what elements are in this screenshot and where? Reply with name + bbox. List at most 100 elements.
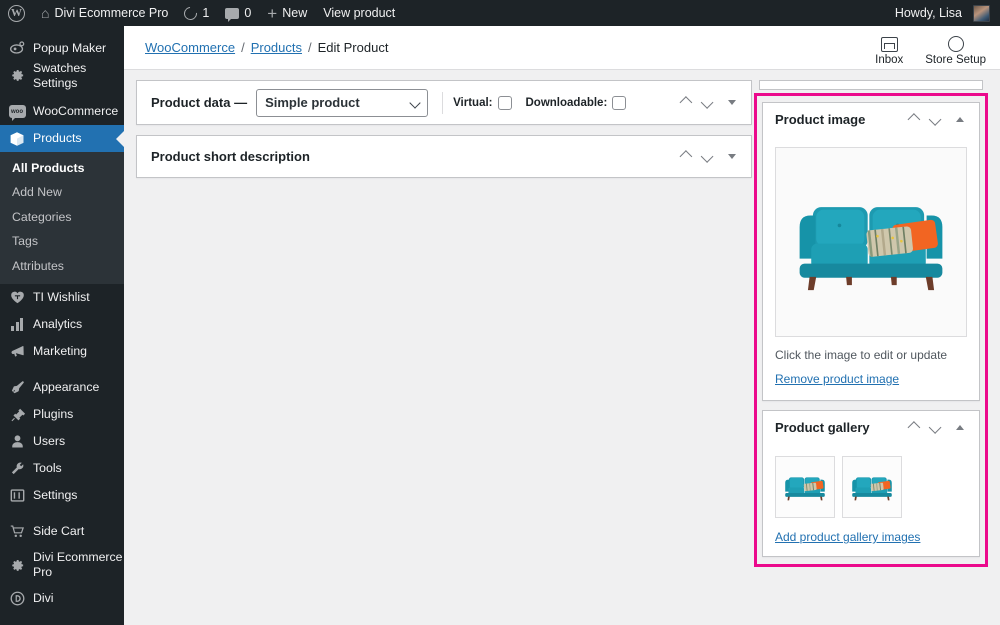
toggle-panel-button[interactable]: [949, 107, 971, 133]
product-data-label: Product data —: [151, 95, 248, 110]
view-product-link[interactable]: View product: [315, 0, 403, 26]
sidebar-item-appearance[interactable]: Appearance: [0, 374, 124, 401]
updates-count: 1: [202, 6, 210, 20]
move-up-button[interactable]: [673, 90, 695, 116]
gear-icon: [8, 67, 26, 85]
main-column: Product data — Simple product Virtual: D…: [124, 80, 752, 625]
menu-separator: [0, 26, 124, 35]
menu-separator: [0, 89, 124, 98]
product-type-select[interactable]: Simple product: [256, 88, 429, 117]
sidebar-item-products[interactable]: Products: [0, 125, 124, 152]
product-data-header: Product data — Simple product Virtual: D…: [137, 81, 751, 124]
sidebar-item-all-products[interactable]: All Products: [0, 156, 124, 180]
chevron-up-icon: [907, 421, 920, 434]
new-content-menu[interactable]: + New: [259, 0, 315, 26]
partially-visible-panel: [759, 80, 983, 90]
sofa-illustration: [852, 477, 892, 501]
sidebar-item-plugins[interactable]: Plugins: [0, 401, 124, 428]
short-description-title: Product short description: [151, 149, 310, 164]
sidebar-item-woocommerce[interactable]: woo WooCommerce: [0, 98, 124, 125]
sidebar-item-popup-maker[interactable]: Popup Maker: [0, 35, 124, 62]
comment-icon: [225, 7, 240, 22]
sidebar-item-divi-ecommerce-pro[interactable]: Divi Ecommerce Pro: [0, 545, 124, 585]
sidebar-item-tools[interactable]: Tools: [0, 455, 124, 482]
topbar-actions: Inbox Store Setup: [875, 26, 1000, 70]
chevron-down-icon: [928, 113, 941, 126]
collapse-menu-button[interactable]: Collapse menu: [0, 621, 124, 625]
sidebar-item-side-cart[interactable]: Side Cart: [0, 518, 124, 545]
site-name-menu[interactable]: ⌂ Divi Ecommerce Pro: [33, 0, 176, 26]
updates-icon: [181, 3, 201, 23]
sidebar-item-swatches-settings[interactable]: Swatches Settings: [0, 60, 124, 90]
sidebar-label: Popup Maker: [33, 41, 107, 56]
sidebar-item-users[interactable]: Users: [0, 428, 124, 455]
toggle-panel-button[interactable]: [721, 144, 743, 170]
triangle-up-icon: [956, 425, 964, 430]
move-down-button[interactable]: [925, 107, 947, 133]
gallery-thumbnail[interactable]: [842, 456, 902, 518]
move-down-button[interactable]: [697, 90, 719, 116]
breadcrumb-current: Edit Product: [317, 40, 389, 55]
inbox-label: Inbox: [875, 53, 904, 66]
circle-progress-icon: [947, 35, 964, 52]
gallery-thumbnail[interactable]: [775, 456, 835, 518]
store-setup-button[interactable]: Store Setup: [925, 35, 986, 70]
site-name-label: Divi Ecommerce Pro: [54, 6, 169, 20]
move-up-button[interactable]: [901, 415, 923, 441]
product-gallery-thumbnails: [763, 444, 979, 518]
paintbrush-icon: [8, 379, 26, 397]
breadcrumb: WooCommerce / Products / Edit Product: [145, 40, 388, 55]
inbox-button[interactable]: Inbox: [875, 36, 904, 70]
side-column: Product image Click the image to edit or…: [752, 80, 988, 625]
sidebar-item-attributes[interactable]: Attributes: [0, 254, 124, 278]
add-product-gallery-images-link[interactable]: Add product gallery images: [775, 530, 920, 544]
virtual-checkbox-group[interactable]: Virtual:: [453, 95, 512, 110]
avatar: [973, 4, 990, 22]
sidebar-label: Divi: [33, 591, 54, 606]
panel-handles: [673, 144, 743, 170]
product-image-header: Product image: [763, 103, 979, 136]
sidebar-item-ti-wishlist[interactable]: TI Wishlist: [0, 284, 124, 311]
move-down-button[interactable]: [925, 415, 947, 441]
comments-count: 0: [244, 6, 252, 20]
toggle-panel-button[interactable]: [721, 90, 743, 116]
product-image-thumbnail[interactable]: [775, 147, 967, 337]
new-label: New: [282, 6, 308, 20]
downloadable-checkbox-group[interactable]: Downloadable:: [526, 95, 627, 110]
move-up-button[interactable]: [901, 107, 923, 133]
toggle-panel-button[interactable]: [949, 415, 971, 441]
sidebar-item-divi[interactable]: Divi: [0, 585, 124, 612]
sidebar-label: Tools: [33, 461, 62, 476]
admin-bar: W ⌂ Divi Ecommerce Pro 1 0 + New View pr…: [0, 0, 1000, 26]
virtual-label: Virtual:: [453, 96, 493, 109]
updates-menu[interactable]: 1: [176, 0, 217, 26]
my-account-menu[interactable]: Howdy, Lisa: [887, 0, 1000, 26]
sidebar-item-categories[interactable]: Categories: [0, 205, 124, 229]
move-up-button[interactable]: [673, 144, 695, 170]
inbox-icon: [880, 36, 898, 52]
breadcrumb-woocommerce[interactable]: WooCommerce: [145, 40, 235, 55]
sidebar-item-add-new[interactable]: Add New: [0, 180, 124, 204]
sidebar-item-marketing[interactable]: Marketing: [0, 338, 124, 365]
wp-logo-menu[interactable]: W: [0, 0, 33, 26]
sidebar-item-settings[interactable]: Settings: [0, 482, 124, 509]
sidebar-label: Products: [33, 131, 82, 146]
remove-product-image-link[interactable]: Remove product image: [775, 372, 899, 386]
sidebar-item-analytics[interactable]: Analytics: [0, 311, 124, 338]
divi-circle-icon: [8, 590, 26, 608]
comments-menu[interactable]: 0: [217, 0, 259, 26]
howdy-label: Howdy, Lisa: [894, 6, 962, 20]
breadcrumb-separator: /: [241, 40, 245, 55]
admin-sidebar-menu: Popup Maker Swatches Settings woo WooCom…: [0, 26, 124, 625]
highlight-outline: Product image Click the image to edit or…: [754, 93, 988, 567]
view-product-label: View product: [323, 6, 396, 20]
popup-icon: [8, 40, 26, 58]
chevron-up-icon: [679, 96, 692, 109]
virtual-checkbox[interactable]: [497, 95, 512, 110]
sidebar-label: Swatches Settings: [33, 60, 87, 90]
move-down-button[interactable]: [697, 144, 719, 170]
menu-separator: [0, 612, 124, 621]
breadcrumb-products[interactable]: Products: [251, 40, 302, 55]
sidebar-item-tags[interactable]: Tags: [0, 229, 124, 253]
downloadable-checkbox[interactable]: [612, 95, 627, 110]
